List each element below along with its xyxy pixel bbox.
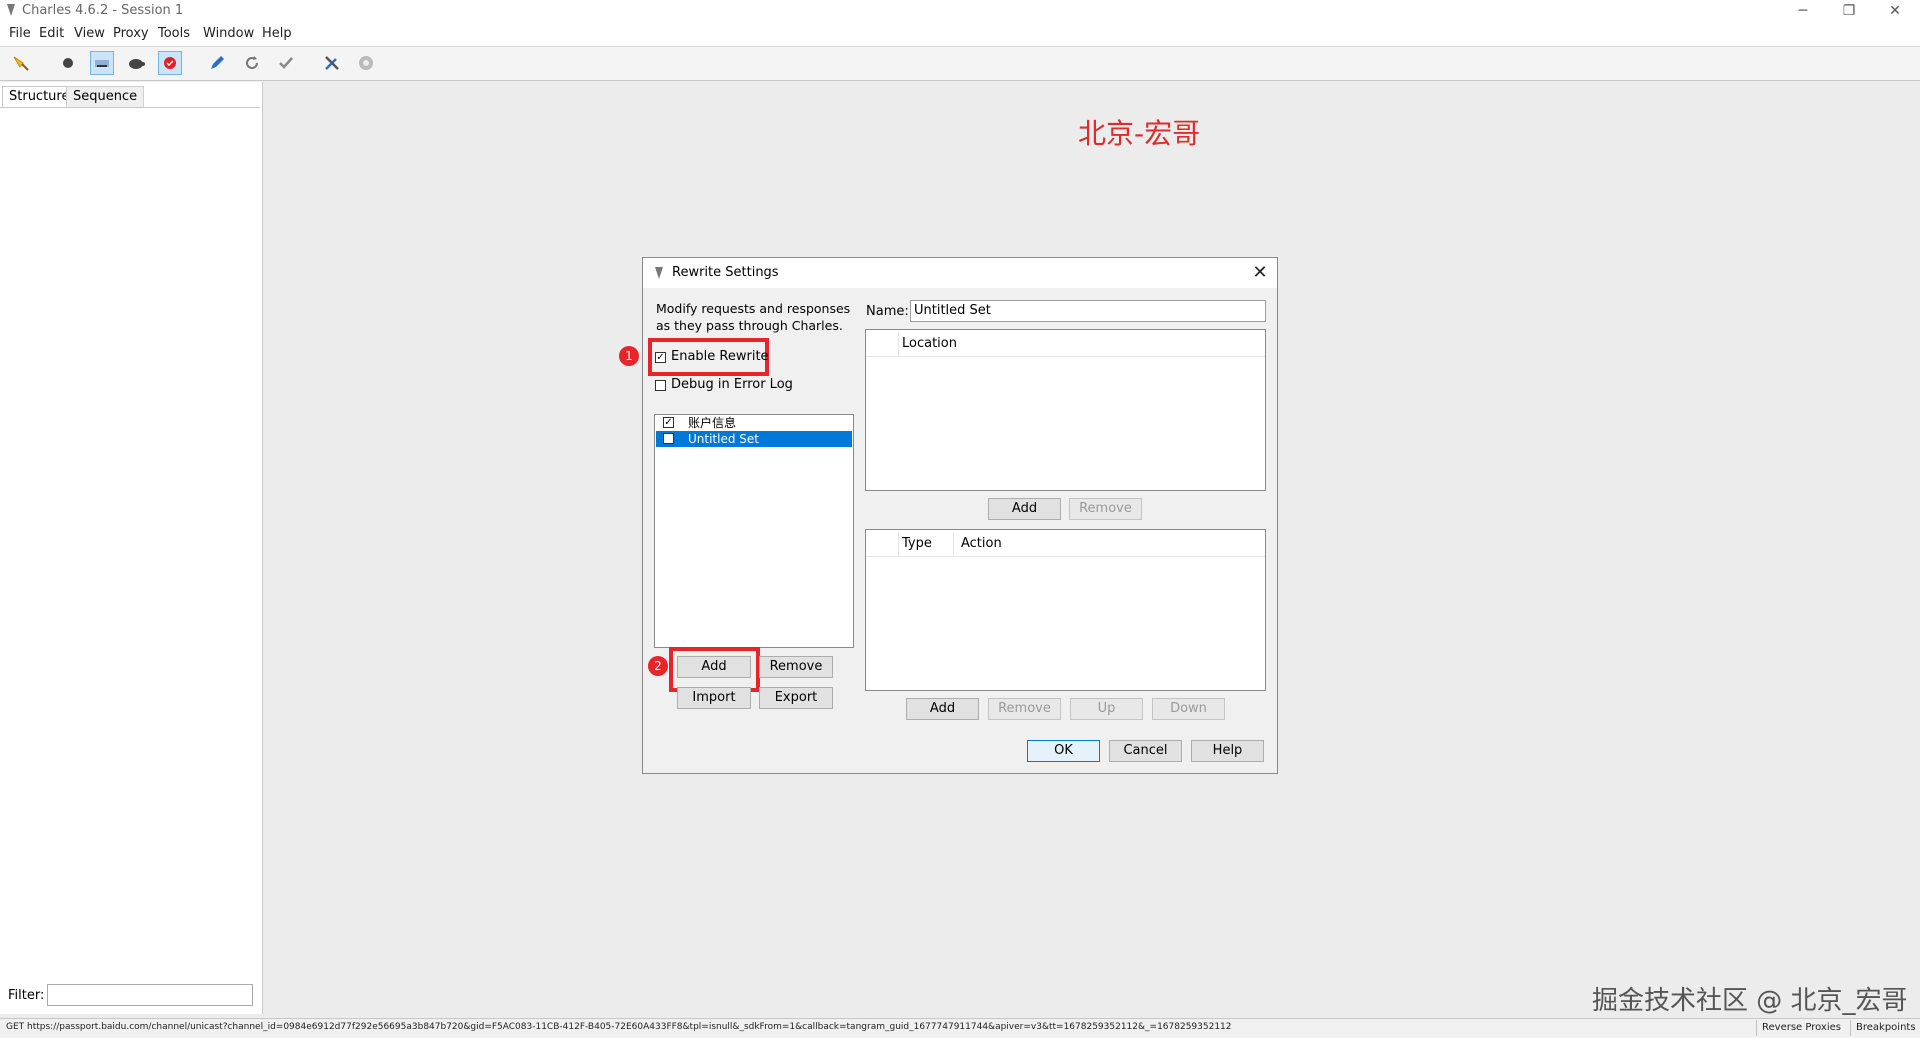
menu-bar: File Edit View Proxy Tools Window Help [0,22,1920,47]
throttle-icon[interactable] [90,51,114,75]
menu-proxy[interactable]: Proxy [113,26,149,41]
set-label: Untitled Set [688,432,759,446]
filter-label: Filter: [8,988,45,1003]
help-button[interactable]: Help [1191,740,1264,762]
remove-set-button[interactable]: Remove [759,656,833,678]
enable-rewrite-checkbox[interactable]: ✓ [655,352,666,363]
cancel-button[interactable]: Cancel [1109,740,1182,762]
status-request-url: GET https://passport.baidu.com/channel/u… [6,1022,1232,1032]
menu-view[interactable]: View [74,26,105,41]
refresh-icon[interactable] [240,51,264,75]
add-set-button[interactable]: Add [677,656,751,678]
remove-location-button[interactable]: Remove [1069,498,1142,520]
filter-input[interactable] [47,984,253,1006]
set-checkbox[interactable]: ✓ [663,417,674,428]
menu-tools[interactable]: Tools [158,26,190,41]
menu-edit[interactable]: Edit [39,26,64,41]
annotation-badge-1: 1 [619,346,639,366]
list-item[interactable]: ✓ 账户信息 [656,415,852,431]
ok-button[interactable]: OK [1027,740,1100,762]
menu-window[interactable]: Window [203,26,254,41]
dialog-title: Rewrite Settings [672,265,779,280]
import-button[interactable]: Import [677,687,751,709]
dialog-close-icon[interactable]: ✕ [1247,260,1273,286]
minimize-button[interactable]: ─ [1780,0,1826,22]
column-divider [898,532,899,556]
restore-button[interactable]: ❐ [1826,0,1872,22]
close-window-button[interactable]: ✕ [1872,0,1918,22]
toolbar [0,47,1920,81]
type-column-header[interactable]: Type [902,532,932,556]
location-header-row: Location [866,332,1265,357]
add-rule-button[interactable]: Add [906,698,979,720]
debug-log-label: Debug in Error Log [671,377,793,392]
menu-help[interactable]: Help [262,26,292,41]
location-table[interactable]: Location [865,329,1266,491]
charles-dialog-icon [655,267,663,279]
name-input[interactable]: Untitled Set [910,300,1266,322]
status-bar: GET https://passport.baidu.com/channel/u… [0,1018,1920,1038]
reverse-proxies-button[interactable]: Reverse Proxies [1756,1020,1846,1036]
rewrite-settings-dialog: Rewrite Settings ✕ Modify requests and r… [619,257,1278,774]
export-button[interactable]: Export [759,687,833,709]
breakpoint-icon[interactable] [158,51,182,75]
pen-icon[interactable] [205,51,229,75]
remove-rule-button[interactable]: Remove [988,698,1061,720]
settings-icon[interactable] [354,51,378,75]
tab-divider [0,107,260,108]
tools-icon[interactable] [320,51,344,75]
name-label: Name: [866,304,909,319]
set-label: 账户信息 [688,416,737,430]
set-checkbox[interactable]: ✓ [663,433,674,444]
rewrite-sets-list[interactable]: ✓ 账户信息 ✓ Untitled Set [654,414,854,648]
location-column-header[interactable]: Location [902,332,957,356]
watermark-title: 北京-宏哥 [1078,117,1201,150]
move-up-button[interactable]: Up [1070,698,1143,720]
annotation-badge-2: 2 [648,656,668,676]
list-item-selected[interactable]: ✓ Untitled Set [656,431,852,447]
watermark-footer: 掘金技术社区 @ 北京_宏哥 [1592,986,1908,1016]
dialog-title-bar: Rewrite Settings ✕ [643,258,1277,288]
charles-app-icon [7,4,15,16]
check-icon[interactable] [274,51,298,75]
breakpoints-button[interactable]: Breakpoints [1850,1020,1920,1036]
window-title: Charles 4.6.2 - Session 1 [22,3,184,18]
turtle-icon[interactable] [124,51,148,75]
record-icon[interactable] [56,51,80,75]
dialog-description: Modify requests and responses as they pa… [656,301,851,333]
title-bar: Charles 4.6.2 - Session 1 ─ ❐ ✕ [0,0,1920,22]
action-column-header[interactable]: Action [961,532,1002,556]
structure-panel: Structure Sequence Filter: [0,82,263,1014]
tab-sequence[interactable]: Sequence [66,86,145,108]
rules-table[interactable]: Type Action [865,529,1266,691]
debug-log-checkbox[interactable] [655,380,666,391]
add-location-button[interactable]: Add [988,498,1061,520]
column-divider [953,532,954,556]
column-divider [898,332,899,356]
rules-header-row: Type Action [866,532,1265,557]
menu-file[interactable]: File [9,26,31,41]
move-down-button[interactable]: Down [1152,698,1225,720]
enable-rewrite-label: Enable Rewrite [671,349,769,364]
broom-icon[interactable] [9,51,33,75]
